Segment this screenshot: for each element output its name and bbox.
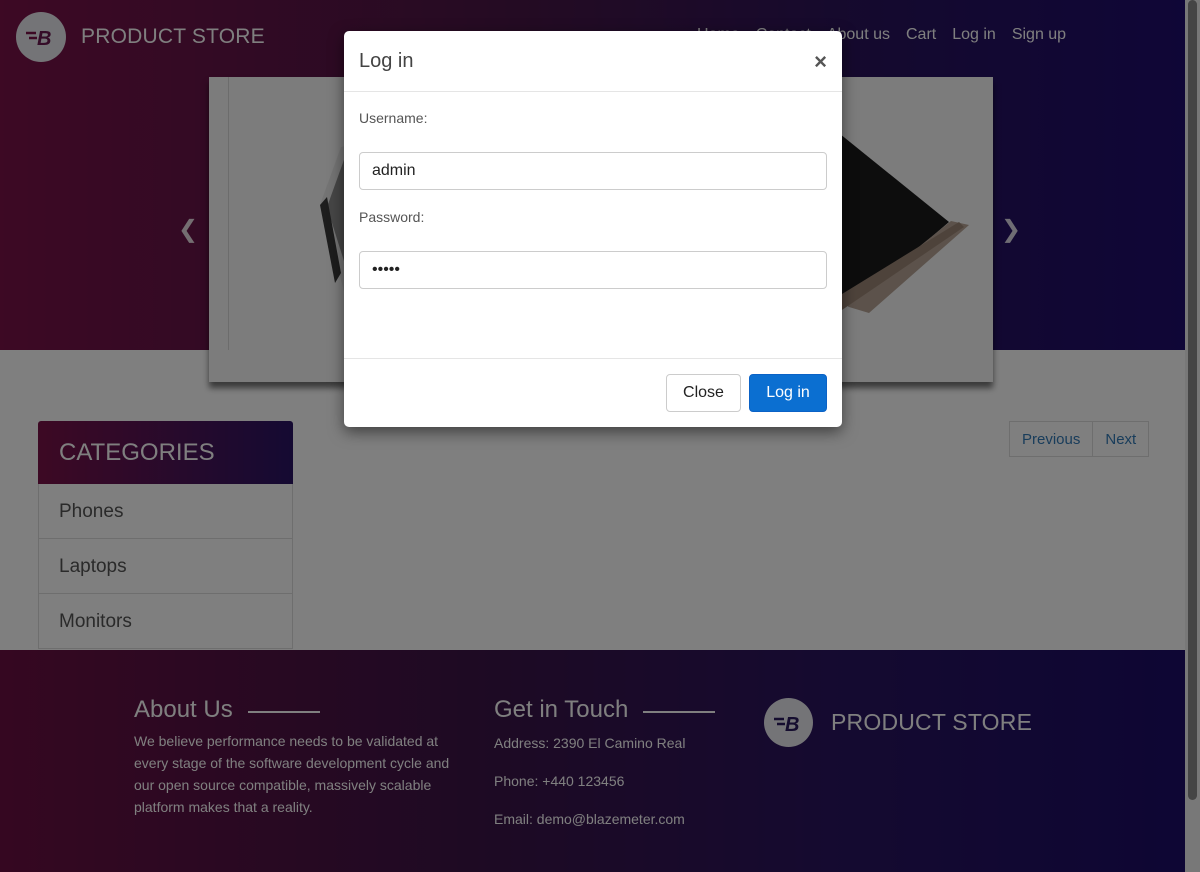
login-modal: Log in × Username: admin Password: •••••… [344, 31, 842, 427]
password-input[interactable]: ••••• [359, 251, 827, 289]
username-input[interactable]: admin [359, 152, 827, 190]
password-label: Password: [359, 209, 425, 225]
close-button[interactable]: Close [666, 374, 741, 412]
close-icon[interactable]: × [814, 49, 827, 75]
log-in-button[interactable]: Log in [749, 374, 827, 412]
modal-title: Log in [359, 50, 414, 72]
username-label: Username: [359, 110, 428, 126]
modal-body: Username: admin Password: ••••• [344, 92, 842, 359]
modal-header: Log in × [344, 31, 842, 92]
